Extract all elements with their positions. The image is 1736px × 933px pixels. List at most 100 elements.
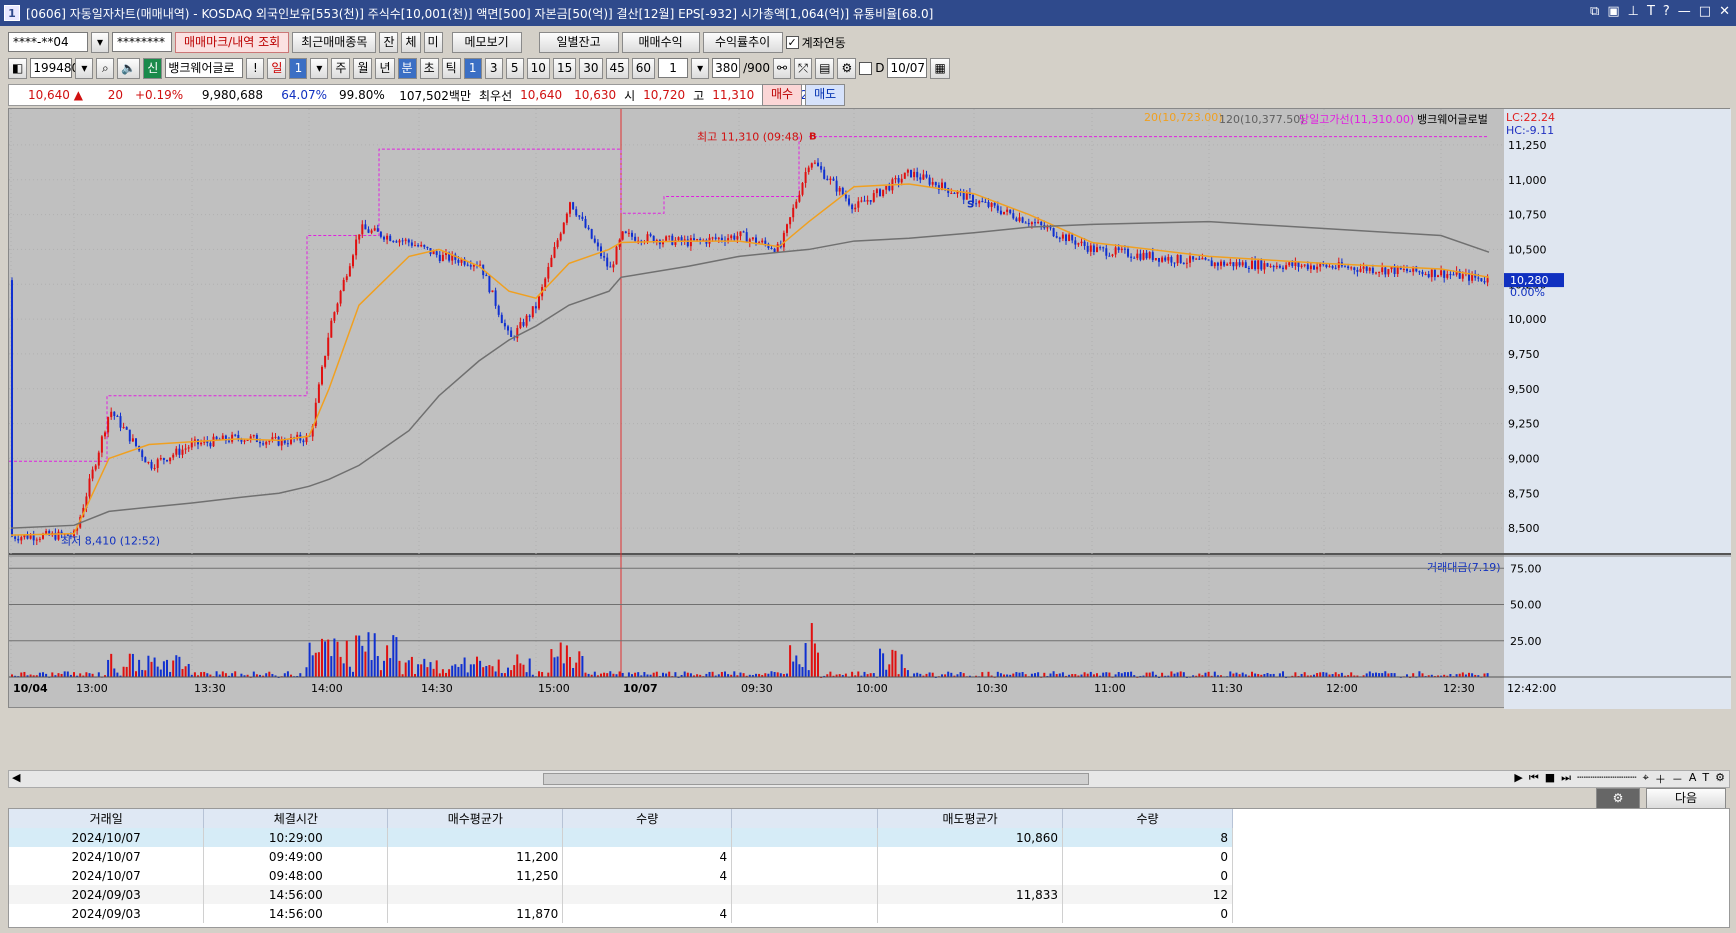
close-icon[interactable]: ✕ (1719, 4, 1730, 19)
interval-45[interactable]: 45 (605, 57, 629, 79)
period-minute-button[interactable]: 분 (397, 57, 417, 79)
stop-icon[interactable]: ■ (1545, 771, 1555, 787)
crosshair-icon[interactable]: ⌖ (1643, 771, 1649, 787)
stock-code-input[interactable]: 199480 (30, 58, 79, 78)
settings-toggle-icon[interactable]: ⚙ (1596, 788, 1640, 809)
zoom-out-icon[interactable]: － (1672, 771, 1683, 787)
next-button[interactable]: 다음 (1646, 788, 1726, 809)
table-row[interactable]: 2024/09/03 14:56:00 11,833 12 (9, 885, 1233, 904)
count-input[interactable]: 380 (712, 58, 741, 78)
open-label: 시 (624, 88, 636, 103)
speaker-icon[interactable]: 🔈 (117, 57, 141, 79)
zoom-slider[interactable]: ┄┄┄┄┄┄┄┄┄ (1577, 771, 1637, 787)
col-buy-avg: 매수평균가 (387, 809, 564, 828)
alert-icon[interactable]: ! (246, 57, 265, 79)
date-checkbox[interactable] (859, 61, 873, 75)
volume-bar (1316, 673, 1319, 677)
interval-30[interactable]: 30 (579, 57, 603, 79)
save-icon[interactable]: ▤ (815, 57, 835, 79)
volume-bar (665, 673, 668, 677)
ma120-legend: 120(10,377.50) (1219, 113, 1305, 126)
volume-bar (153, 657, 156, 677)
balance-button[interactable]: 잔 (379, 31, 399, 53)
unfilled-button[interactable]: 미 (423, 31, 443, 53)
interval-10[interactable]: 10 (526, 57, 550, 79)
zoom-in-icon[interactable]: ＋ (1655, 771, 1666, 787)
account-select[interactable]: ****-**04 (8, 32, 88, 52)
fast-forward-icon[interactable]: ⏭ (1561, 771, 1571, 787)
buy-button[interactable]: 매수 (762, 84, 803, 106)
link-icon[interactable]: ⧉ (1590, 4, 1599, 19)
period-day-button[interactable]: 일 (267, 57, 287, 79)
play-icon[interactable]: ▶ (1514, 771, 1522, 787)
pin-icon[interactable]: ⊥ (1628, 4, 1639, 19)
candle-body (274, 436, 277, 438)
interval-1[interactable]: 1 (463, 57, 482, 79)
chevron-down-icon[interactable]: ▾ (691, 57, 710, 79)
table-row[interactable]: 2024/09/03 14:56:00 11,870 4 0 (9, 904, 1233, 923)
candle-body (153, 467, 156, 469)
volume-bar (125, 666, 128, 677)
sell-button[interactable]: 매도 (805, 84, 846, 106)
layout-icon[interactable]: ◧ (8, 57, 28, 79)
volume-bar (779, 673, 782, 677)
period-tick-button[interactable]: 틱 (441, 57, 461, 79)
period-month-button[interactable]: 월 (353, 57, 373, 79)
chevron-down-icon[interactable]: ▾ (75, 57, 94, 79)
candle-body (187, 447, 190, 449)
period-second-button[interactable]: 초 (419, 57, 439, 79)
search-icon[interactable]: ⌕ (96, 57, 115, 79)
interval-5[interactable]: 5 (505, 57, 524, 79)
text-icon[interactable]: T (1702, 771, 1709, 787)
interval-15[interactable]: 15 (552, 57, 577, 79)
link-label: 계좌연동 (801, 35, 846, 50)
tool-icon[interactable]: ⤱ (794, 57, 813, 79)
chevron-down-icon[interactable]: ▾ (310, 57, 329, 79)
period-year-button[interactable]: 년 (375, 57, 395, 79)
profit-rate-button[interactable]: 수익률추이 (702, 31, 783, 53)
interval-60[interactable]: 60 (631, 57, 656, 79)
candle-body (1368, 267, 1371, 271)
text-icon[interactable]: T (1647, 4, 1655, 19)
table-row[interactable]: 2024/10/07 09:49:00 11,200 4 0 (9, 847, 1233, 866)
volume-bar (1375, 672, 1377, 677)
candle-body (1303, 264, 1306, 266)
chart-scrollbar[interactable]: ◀ ▶ ⏮ ■ ⏭ ┄┄┄┄┄┄┄┄┄ ⌖ ＋ － A T ⚙ (8, 770, 1730, 788)
day-value[interactable]: 1 (289, 57, 308, 79)
interval-input[interactable]: 1 (658, 58, 689, 78)
chart-settings-icon[interactable]: ⚙ (1715, 771, 1725, 787)
maximize-icon[interactable]: □ (1699, 4, 1711, 19)
interval-3[interactable]: 3 (484, 57, 503, 79)
chevron-down-icon[interactable]: ▾ (91, 31, 109, 53)
mark-query-button[interactable]: 매매마크/내역 조회 (175, 31, 290, 53)
date-input[interactable]: 10/07 (887, 58, 928, 78)
calendar-icon[interactable]: ▦ (930, 57, 950, 79)
memo-button[interactable]: 메모보기 (451, 31, 522, 53)
table-row[interactable]: 2024/10/07 10:29:00 10,860 8 (9, 828, 1233, 847)
price-chart[interactable]: 11,25011,00010,75010,50010,25010,0009,75… (9, 109, 1731, 769)
minimize-icon[interactable]: — (1678, 4, 1691, 19)
font-icon[interactable]: A (1689, 771, 1697, 787)
scroll-left-icon[interactable]: ◀ (12, 771, 20, 784)
candle-body (35, 539, 38, 541)
link-checkbox[interactable]: ✓ (785, 35, 799, 49)
daily-balance-button[interactable]: 일별잔고 (538, 31, 619, 53)
candle-body (14, 536, 17, 539)
password-field[interactable]: ******** (112, 32, 172, 52)
candle-body (1080, 241, 1083, 244)
gear-icon[interactable]: ⚙ (837, 57, 857, 79)
copy-icon[interactable]: ▣ (1607, 4, 1619, 19)
volume-bar (770, 671, 773, 677)
period-week-button[interactable]: 주 (331, 57, 351, 79)
trade-profit-button[interactable]: 매매수익 (621, 31, 700, 53)
executed-button[interactable]: 체 (401, 31, 421, 53)
volume-bar (863, 671, 866, 677)
chart-area[interactable]: 11,25011,00010,75010,50010,25010,0009,75… (8, 108, 1731, 709)
table-row[interactable]: 2024/10/07 09:48:00 11,250 4 0 (9, 866, 1233, 885)
candle-body (1260, 260, 1263, 270)
scroll-thumb[interactable] (543, 773, 1089, 785)
recent-trade-button[interactable]: 최근매매종목 (292, 31, 377, 53)
help-icon[interactable]: ? (1663, 4, 1670, 19)
indicator-icon[interactable]: ⚯ (773, 57, 792, 79)
rewind-icon[interactable]: ⏮ (1529, 771, 1539, 787)
